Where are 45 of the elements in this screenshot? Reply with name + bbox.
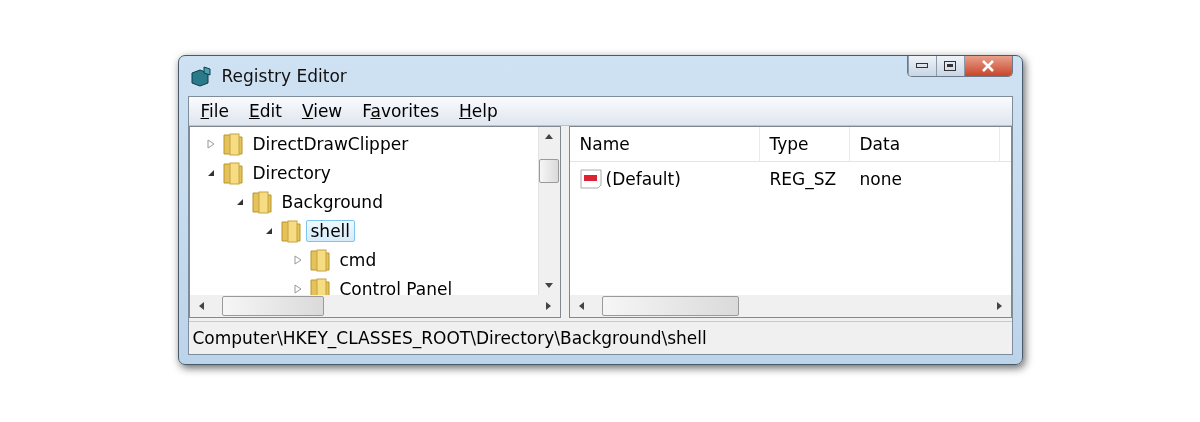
- folder-icon: [221, 131, 244, 156]
- folder-icon: [250, 189, 273, 214]
- scroll-left-icon[interactable]: [197, 302, 206, 310]
- table-cell-text: REG_SZ: [768, 169, 838, 189]
- scrollbar-thumb[interactable]: [221, 296, 324, 316]
- tree-node[interactable]: DirectDrawClipper: [247, 132, 414, 155]
- tree-node[interactable]: shell: [305, 219, 356, 242]
- column-header[interactable]: Type: [759, 127, 850, 161]
- string-value-icon: [579, 169, 602, 189]
- minimize-icon: [916, 63, 928, 69]
- minimize-button[interactable]: [907, 56, 936, 76]
- folder-icon: [221, 160, 244, 185]
- close-icon: [981, 60, 995, 72]
- folder-icon: [308, 276, 331, 295]
- maximize-button[interactable]: [935, 56, 964, 76]
- tree-node[interactable]: cmd: [334, 248, 382, 271]
- table-cell-text: none: [858, 169, 903, 189]
- scroll-down-icon[interactable]: [545, 281, 553, 289]
- collapse-triangle-icon[interactable]: [235, 197, 244, 206]
- maximize-icon: [944, 61, 956, 71]
- close-button[interactable]: [963, 56, 1012, 76]
- table-cell: (Default): [569, 169, 760, 189]
- menu-item[interactable]: Edit: [240, 99, 290, 123]
- tree-node[interactable]: Background: [276, 190, 388, 213]
- column-header[interactable]: Name: [569, 127, 760, 161]
- menu-item[interactable]: Favorites: [354, 99, 448, 123]
- window-title: Registry Editor: [221, 66, 348, 86]
- status-path: Computer\HKEY_CLASSES_ROOT\Directory\Background\shell: [192, 328, 707, 348]
- folder-icon: [279, 218, 302, 243]
- scroll-right-icon[interactable]: [543, 302, 552, 310]
- folder-icon: [308, 247, 331, 272]
- scroll-up-icon[interactable]: [545, 133, 553, 141]
- tree-node[interactable]: Control Panel: [334, 277, 458, 295]
- column-header[interactable]: Data: [849, 127, 1000, 161]
- menu-item[interactable]: Help: [451, 99, 506, 123]
- menu-item[interactable]: View: [293, 99, 351, 123]
- scroll-right-icon[interactable]: [994, 302, 1003, 310]
- cubes-icon: [189, 65, 214, 87]
- collapse-triangle-icon[interactable]: [264, 226, 273, 235]
- scrollbar-thumb[interactable]: [601, 296, 739, 316]
- collapse-triangle-icon[interactable]: [206, 168, 215, 177]
- menu-item[interactable]: File: [192, 99, 237, 123]
- scroll-left-icon[interactable]: [577, 302, 586, 310]
- tree-node[interactable]: Directory: [247, 161, 336, 184]
- scrollbar-thumb[interactable]: [539, 159, 559, 183]
